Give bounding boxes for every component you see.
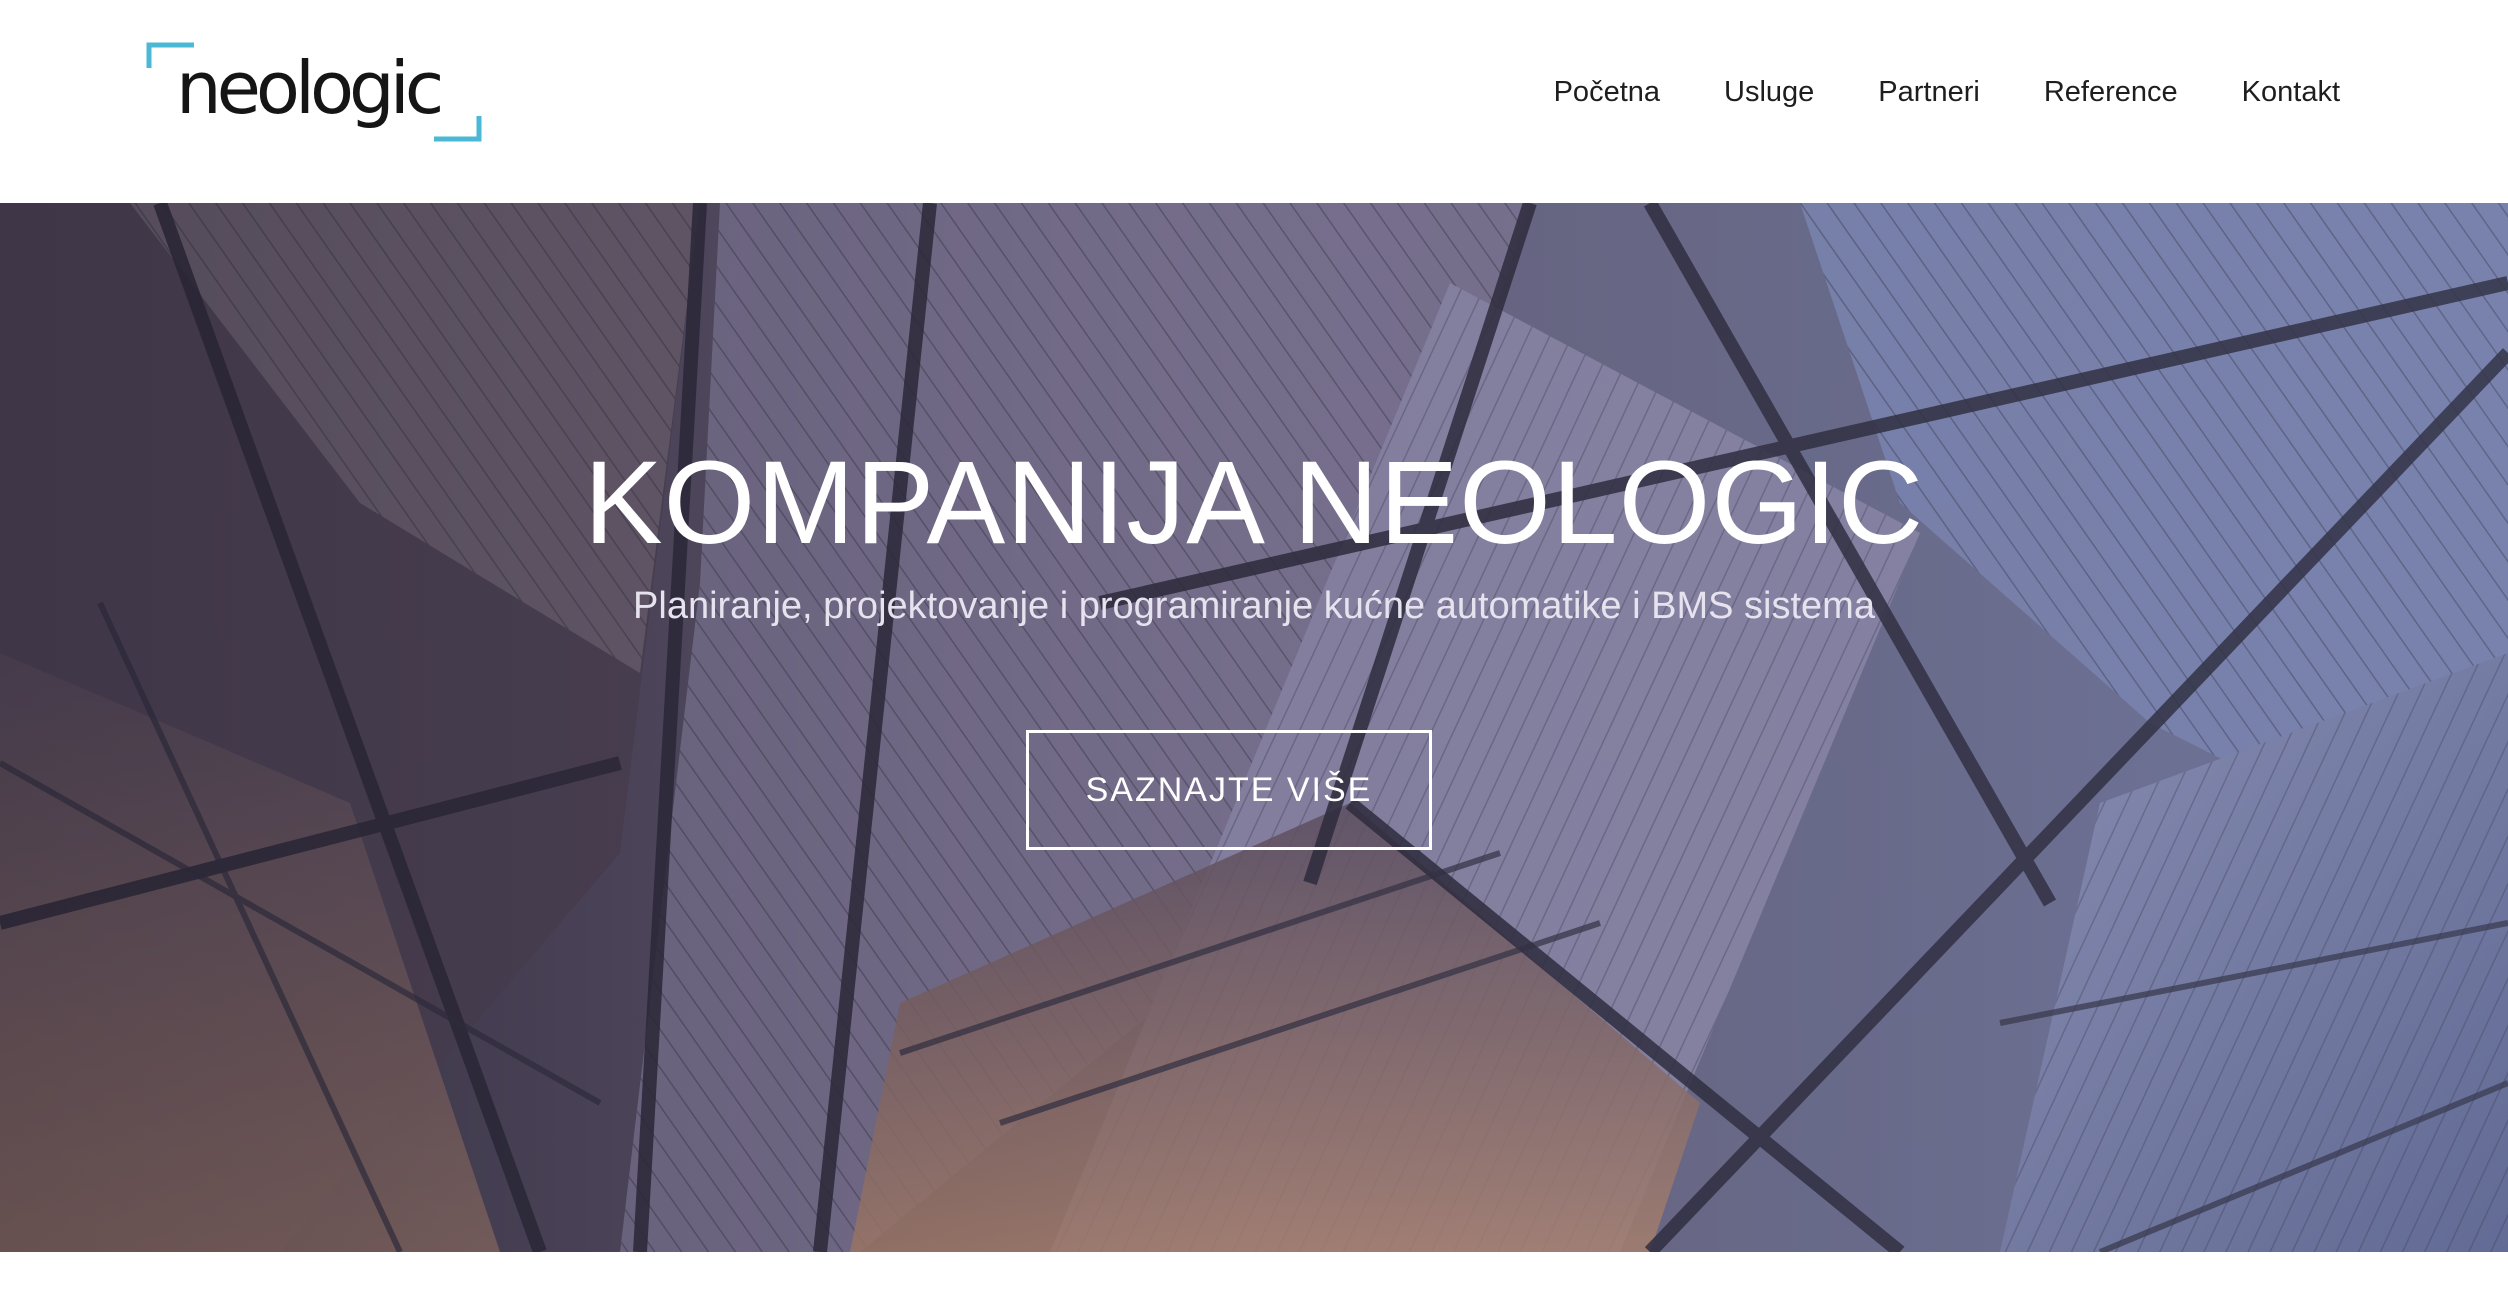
- hero-overlay: [0, 203, 2508, 1252]
- content-area: [0, 1252, 2508, 1310]
- hero-title: KOMPANIJA NEOLOGIC: [583, 437, 1925, 569]
- main-nav: Početna Usluge Partneri Reference Kontak…: [1554, 68, 2340, 116]
- nav-item-reference[interactable]: Reference: [2044, 76, 2178, 109]
- hero-subtitle: Planiranje, projektovanje i programiranj…: [633, 585, 1875, 627]
- nav-item-usluge[interactable]: Usluge: [1724, 76, 1814, 109]
- logo-wordmark: neologic: [176, 46, 444, 130]
- learn-more-button[interactable]: SAZNAJTE VIŠE: [1026, 730, 1432, 850]
- nav-item-partneri[interactable]: Partneri: [1878, 76, 1980, 109]
- site-header: neologic Početna Usluge Partneri Referen…: [0, 0, 2508, 203]
- logo[interactable]: neologic: [146, 42, 482, 142]
- nav-item-pocetna[interactable]: Početna: [1554, 76, 1660, 109]
- nav-item-kontakt[interactable]: Kontakt: [2242, 76, 2340, 109]
- hero-section: KOMPANIJA NEOLOGIC Planiranje, projektov…: [0, 203, 2508, 1252]
